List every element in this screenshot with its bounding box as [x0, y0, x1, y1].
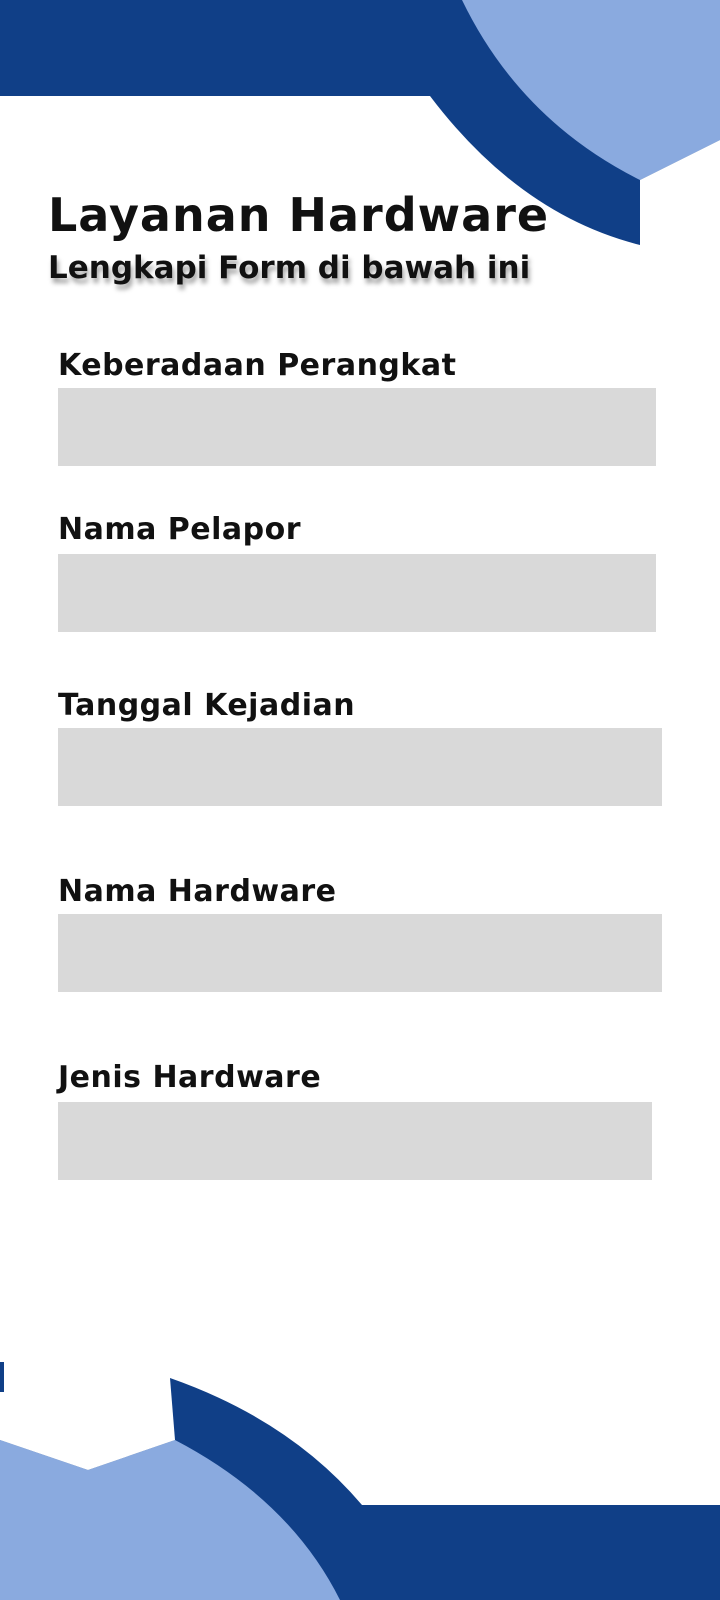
- bottom-light-circle: [0, 1440, 340, 1600]
- top-white-notch: [640, 140, 720, 245]
- top-light-circle: [462, 0, 720, 180]
- page-subtitle: Lengkapi Form di bawah ini: [48, 250, 531, 286]
- keberadaan-perangkat-input[interactable]: [58, 388, 656, 466]
- nama-hardware-input[interactable]: [58, 914, 662, 992]
- nama-pelapor-input[interactable]: [58, 554, 656, 632]
- keberadaan-perangkat-label: Keberadaan Perangkat: [58, 348, 457, 383]
- bottom-white-notch: [0, 1378, 175, 1470]
- tanggal-kejadian-label: Tanggal Kejadian: [58, 688, 356, 723]
- nama-hardware-label: Nama Hardware: [58, 874, 337, 909]
- bottom-edge-mark: [0, 1362, 4, 1392]
- jenis-hardware-label: Jenis Hardware: [58, 1060, 322, 1095]
- top-bar: [0, 0, 720, 96]
- jenis-hardware-input[interactable]: [58, 1102, 652, 1180]
- page-title: Layanan Hardware: [48, 188, 550, 242]
- bottom-arc: [0, 1378, 720, 1600]
- tanggal-kejadian-input[interactable]: [58, 728, 662, 806]
- nama-pelapor-label: Nama Pelapor: [58, 512, 302, 547]
